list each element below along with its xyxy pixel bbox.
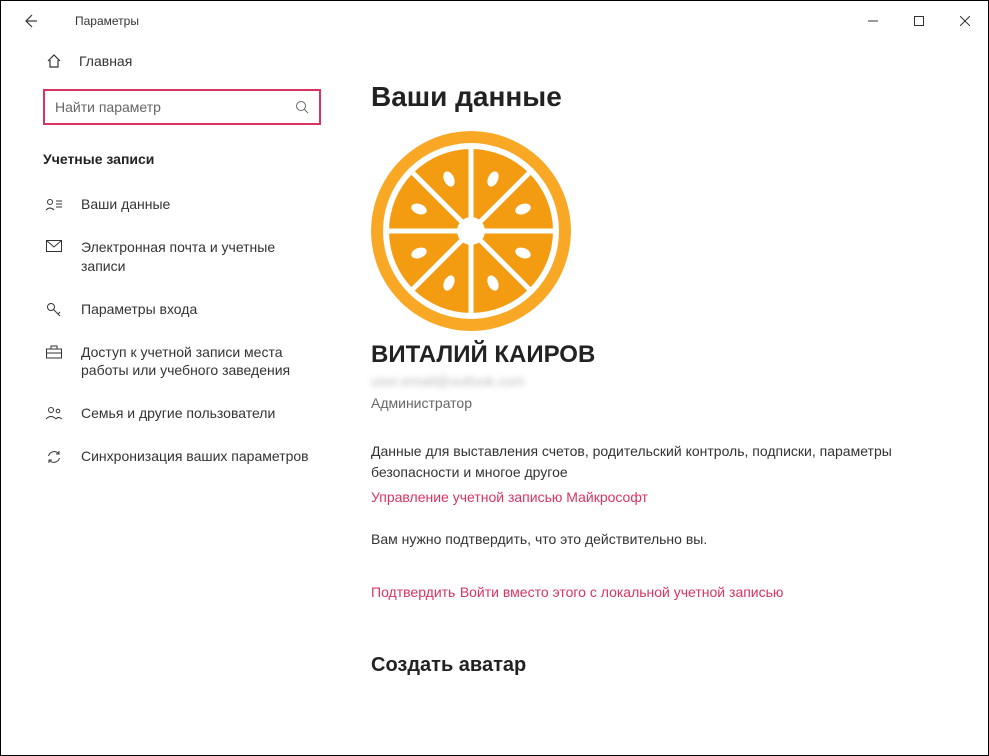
sidebar: Главная Учетные записи Ваши данные Элект…	[1, 41, 341, 755]
mail-icon	[45, 238, 63, 252]
sidebar-item-label: Электронная почта и учетные записи	[81, 238, 321, 276]
user-name: ВИТАЛИЙ КАИРОВ	[371, 341, 958, 369]
sidebar-item-work-access[interactable]: Доступ к учетной записи места работы или…	[1, 331, 341, 393]
arrow-left-icon	[22, 13, 38, 29]
titlebar: Параметры	[1, 1, 988, 41]
user-role: Администратор	[371, 395, 958, 411]
sidebar-item-label: Параметры входа	[81, 300, 197, 319]
minimize-button[interactable]	[850, 5, 896, 37]
avatar	[371, 131, 571, 331]
sidebar-item-your-info[interactable]: Ваши данные	[1, 183, 341, 226]
sidebar-item-label: Семья и другие пользователи	[81, 404, 275, 423]
sidebar-section-title: Учетные записи	[1, 143, 341, 183]
key-icon	[45, 300, 63, 318]
local-account-link[interactable]: Войти вместо этого с локальной учетной з…	[460, 584, 784, 600]
manage-account-link[interactable]: Управление учетной записью Майкрософт	[371, 489, 648, 505]
window-controls	[850, 5, 988, 37]
billing-info-text: Данные для выставления счетов, родительс…	[371, 441, 911, 483]
sidebar-item-label: Доступ к учетной записи места работы или…	[81, 343, 321, 381]
sidebar-item-sync[interactable]: Синхронизация ваших параметров	[1, 435, 341, 478]
search-input[interactable]	[55, 99, 295, 115]
maximize-icon	[914, 16, 924, 26]
window-title: Параметры	[75, 14, 139, 28]
people-icon	[45, 404, 63, 420]
avatar-image	[371, 131, 571, 331]
home-icon	[45, 53, 63, 69]
sync-icon	[45, 447, 63, 465]
user-email: user.email@outlook.com	[371, 373, 958, 389]
sidebar-home-label: Главная	[79, 53, 132, 69]
close-button[interactable]	[942, 5, 988, 37]
sidebar-item-email[interactable]: Электронная почта и учетные записи	[1, 226, 341, 288]
main-content: Ваши данные	[341, 41, 988, 755]
sidebar-item-label: Ваши данные	[81, 195, 170, 214]
sidebar-item-label: Синхронизация ваших параметров	[81, 447, 309, 466]
sidebar-item-signin-options[interactable]: Параметры входа	[1, 288, 341, 331]
search-icon	[295, 100, 309, 114]
verify-text: Вам нужно подтвердить, что это действите…	[371, 529, 911, 550]
back-button[interactable]	[15, 6, 45, 36]
sidebar-item-family[interactable]: Семья и другие пользователи	[1, 392, 341, 435]
minimize-icon	[868, 16, 878, 26]
verify-link[interactable]: Подтвердить	[371, 584, 455, 600]
create-avatar-heading: Создать аватар	[371, 654, 958, 677]
page-title: Ваши данные	[371, 81, 958, 113]
search-box[interactable]	[43, 89, 321, 125]
briefcase-icon	[45, 343, 63, 359]
person-card-icon	[45, 195, 63, 211]
maximize-button[interactable]	[896, 5, 942, 37]
sidebar-home[interactable]: Главная	[1, 41, 341, 81]
close-icon	[960, 16, 970, 26]
